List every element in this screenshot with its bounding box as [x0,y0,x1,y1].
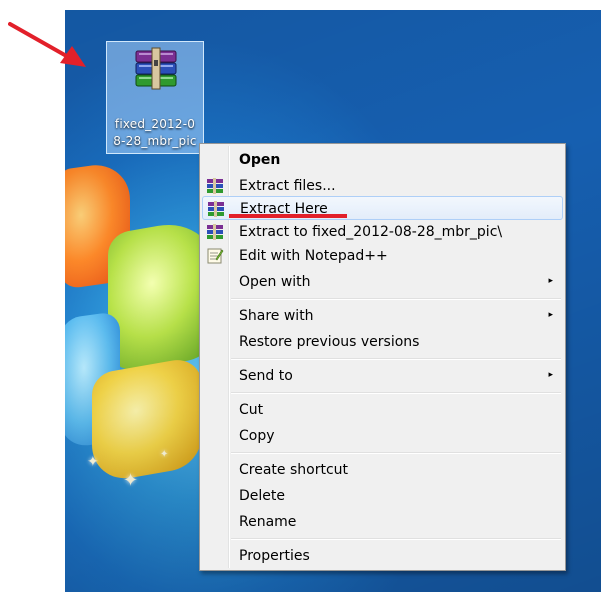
menu-item-open-with[interactable]: Open with ▸ [202,270,563,294]
menu-item-extract-to[interactable]: Extract to fixed_2012-08-28_mbr_pic\ [202,220,563,244]
submenu-arrow-icon: ▸ [548,276,553,286]
winrar-icon [207,178,223,194]
desktop-file-icon[interactable]: fixed_2012-0 8-28_mbr_pic [106,41,204,154]
annotation-arrow-icon [8,22,86,67]
winrar-archive-icon [135,47,177,90]
menu-item-rename[interactable]: Rename [202,510,563,534]
menu-separator [231,298,561,300]
menu-item-extract-files[interactable]: Extract files... [202,174,563,198]
menu-item-cut[interactable]: Cut [202,398,563,422]
menu-item-copy[interactable]: Copy [202,424,563,448]
menu-item-send-to[interactable]: Send to ▸ [202,364,563,388]
annotation-underline [229,214,347,218]
winrar-icon [208,201,224,217]
menu-item-restore-previous-versions[interactable]: Restore previous versions [202,330,563,354]
menu-separator [231,392,561,394]
context-menu: Open Extract files... Extract Here Extra… [199,143,566,571]
menu-item-open[interactable]: Open [202,148,563,172]
notepad-plus-plus-icon [207,248,224,264]
desktop-file-label: fixed_2012-0 8-28_mbr_pic [113,117,197,148]
menu-separator [231,358,561,360]
menu-separator [231,452,561,454]
menu-item-create-shortcut[interactable]: Create shortcut [202,458,563,482]
menu-separator [231,538,561,540]
menu-item-edit-notepad[interactable]: Edit with Notepad++ [202,244,563,268]
submenu-arrow-icon: ▸ [548,310,553,320]
menu-item-properties[interactable]: Properties [202,544,563,568]
menu-item-delete[interactable]: Delete [202,484,563,508]
winrar-icon [207,224,223,240]
menu-item-share-with[interactable]: Share with ▸ [202,304,563,328]
submenu-arrow-icon: ▸ [548,370,553,380]
